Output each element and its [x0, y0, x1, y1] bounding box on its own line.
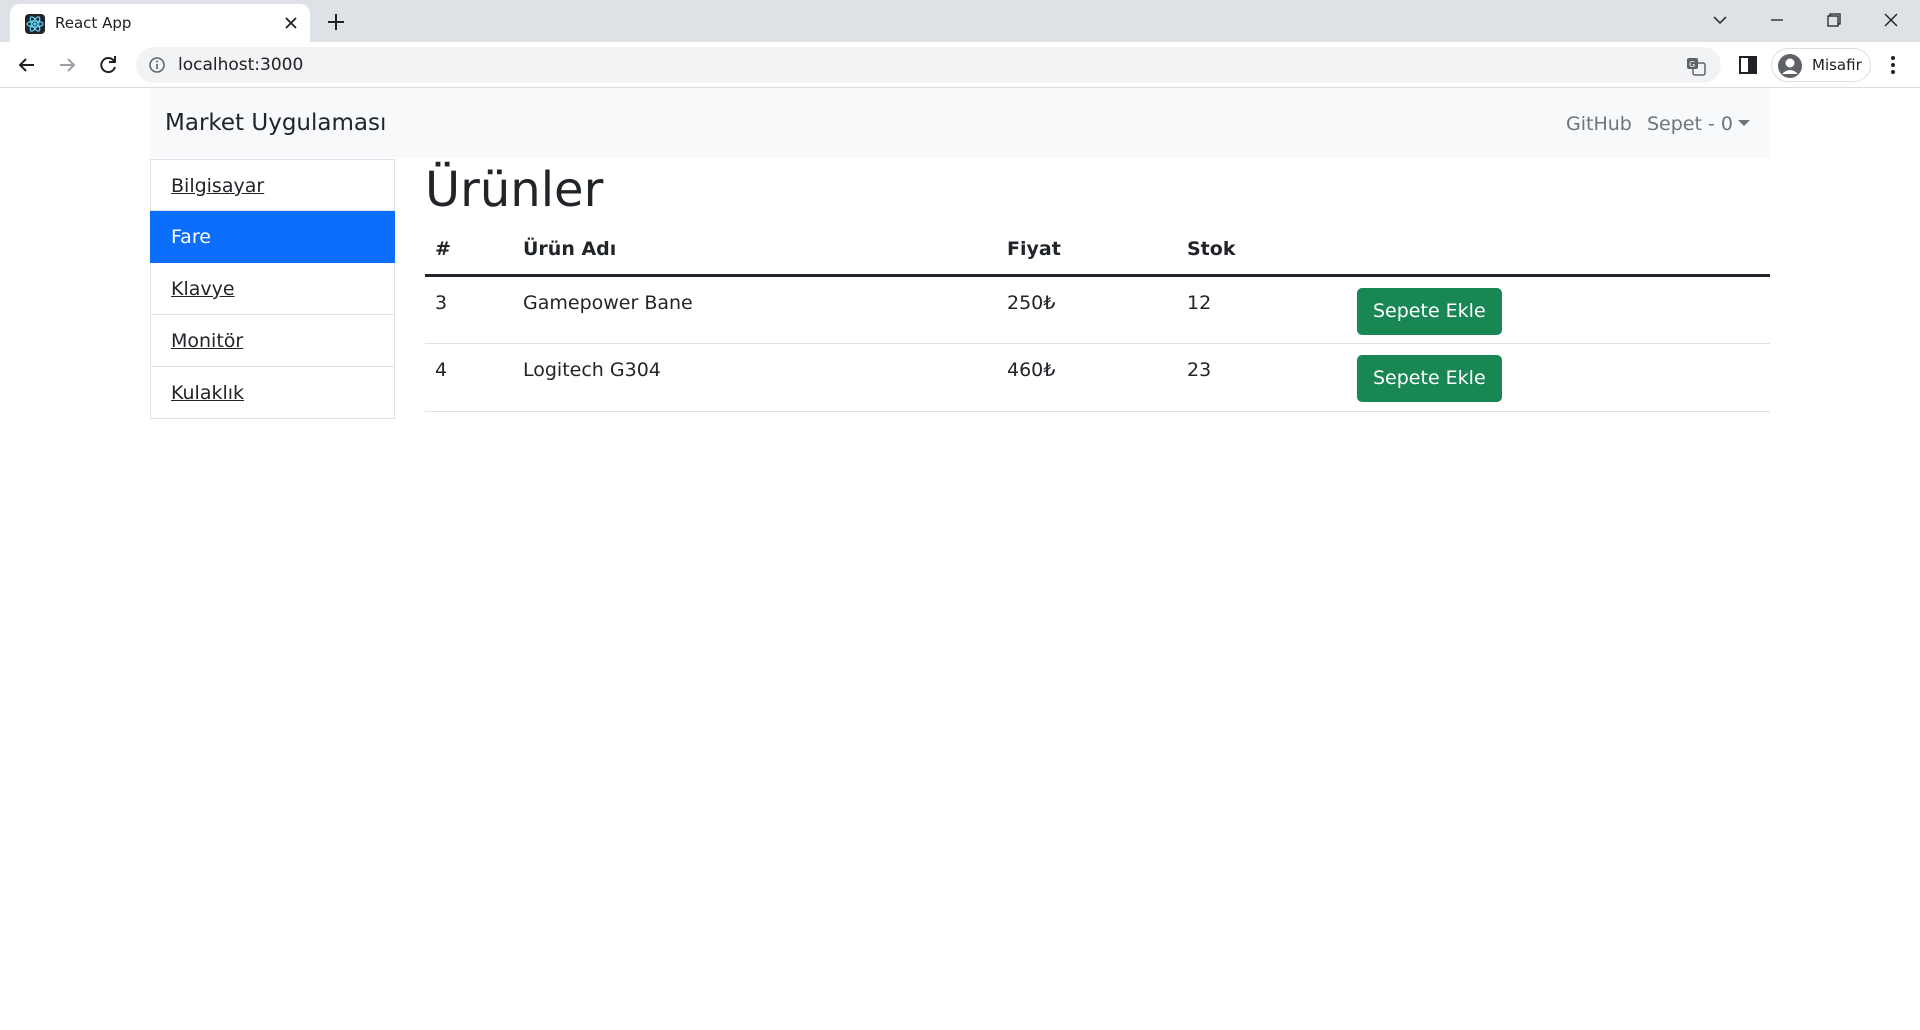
navbar-brand[interactable]: Market Uygulaması — [165, 109, 386, 137]
translate-icon[interactable]: G — [1685, 55, 1707, 77]
category-list: Bilgisayar Fare Klavye Monitör Kulaklık — [150, 159, 395, 419]
cell-id: 4 — [425, 343, 513, 412]
cell-id: 3 — [425, 275, 513, 344]
column-header-price: Fiyat — [997, 224, 1177, 277]
column-header-action — [1347, 224, 1770, 277]
forward-arrow-icon[interactable] — [53, 51, 81, 79]
table-header-row: # Ürün Adı Fiyat Stok — [425, 224, 1770, 277]
column-header-name: Ürün Adı — [513, 224, 997, 277]
more-vert-icon[interactable] — [1880, 52, 1906, 78]
table-row: 3 Gamepower Bane 250₺ 12 Sepete Ekle — [425, 275, 1770, 344]
side-panel-icon[interactable] — [1737, 54, 1759, 76]
category-item-fare[interactable]: Fare — [150, 211, 395, 263]
cell-name: Gamepower Bane — [513, 275, 997, 344]
back-arrow-icon[interactable] — [13, 51, 41, 79]
add-to-cart-button[interactable]: Sepete Ekle — [1357, 287, 1502, 335]
profile-name: Misafir — [1812, 56, 1862, 74]
github-link[interactable]: GitHub — [1566, 112, 1632, 136]
tab-title: React App — [55, 14, 132, 32]
browser-tab[interactable]: React App — [10, 4, 310, 42]
category-item-bilgisayar[interactable]: Bilgisayar — [150, 159, 395, 211]
products-table: # Ürün Adı Fiyat Stok 3 Gamepower Bane 2… — [425, 224, 1770, 412]
chevron-down-icon[interactable] — [1705, 6, 1735, 34]
column-header-id: # — [425, 224, 513, 277]
category-label: Klavye — [171, 278, 235, 300]
app-navbar: Market Uygulaması GitHub Sepet - 0 — [150, 88, 1770, 158]
address-bar[interactable]: localhost:3000 G — [136, 47, 1721, 83]
new-tab-icon[interactable] — [322, 9, 350, 35]
category-label: Fare — [171, 226, 211, 248]
cart-dropdown[interactable]: Sepet - 0 — [1647, 112, 1750, 136]
column-header-stock: Stok — [1177, 224, 1347, 277]
page-title: Ürünler — [425, 162, 604, 218]
cell-action: Sepete Ekle — [1347, 343, 1770, 412]
browser-toolbar: localhost:3000 G Misafir — [0, 42, 1920, 88]
category-item-klavye[interactable]: Klavye — [150, 263, 395, 315]
browser-tabstrip: React App — [0, 0, 1920, 42]
url-text[interactable]: localhost:3000 — [178, 55, 303, 75]
cell-price: 250₺ — [997, 275, 1177, 344]
react-logo-icon — [25, 14, 45, 34]
close-icon[interactable] — [280, 12, 302, 34]
minimize-icon[interactable] — [1762, 6, 1792, 34]
cell-stock: 12 — [1177, 275, 1347, 344]
category-item-kulaklik[interactable]: Kulaklık — [150, 367, 395, 419]
cell-name: Logitech G304 — [513, 343, 997, 412]
category-label: Monitör — [171, 330, 244, 352]
svg-text:G: G — [1689, 60, 1695, 69]
profile-button[interactable]: Misafir — [1771, 48, 1871, 82]
caret-down-icon — [1737, 120, 1750, 126]
cell-action: Sepete Ekle — [1347, 275, 1770, 344]
reload-icon[interactable] — [94, 51, 122, 79]
cell-price: 460₺ — [997, 343, 1177, 412]
category-label: Kulaklık — [171, 382, 245, 404]
add-to-cart-button[interactable]: Sepete Ekle — [1357, 354, 1502, 402]
cart-label: Sepet - 0 — [1647, 113, 1733, 135]
window-close-icon[interactable] — [1876, 6, 1906, 34]
avatar-icon — [1777, 53, 1803, 79]
restore-icon[interactable] — [1818, 6, 1848, 34]
table-row: 4 Logitech G304 460₺ 23 Sepete Ekle — [425, 343, 1770, 412]
category-label: Bilgisayar — [171, 175, 265, 197]
cell-stock: 23 — [1177, 343, 1347, 412]
category-item-monitor[interactable]: Monitör — [150, 315, 395, 367]
info-icon[interactable] — [148, 56, 166, 74]
